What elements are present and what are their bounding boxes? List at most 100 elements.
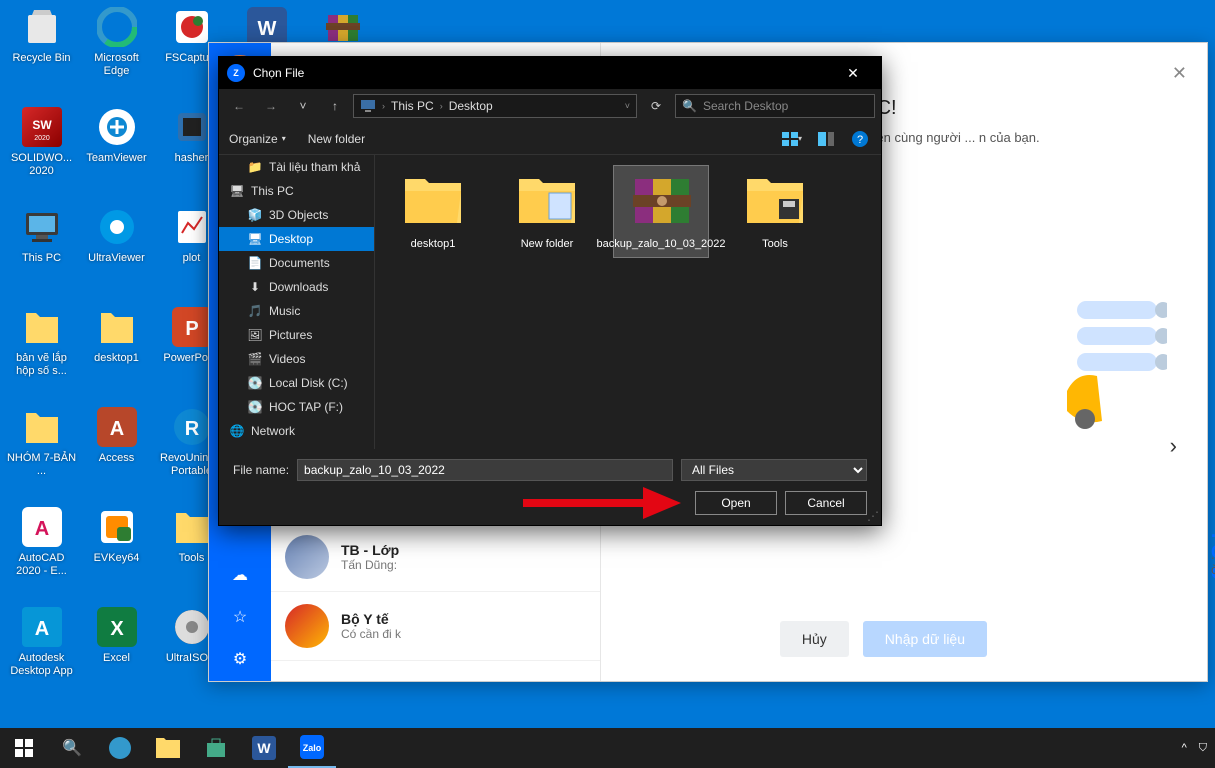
star-icon[interactable]: ☆	[233, 607, 247, 627]
search-icon: 🔍	[682, 99, 697, 113]
svg-text:A: A	[109, 418, 123, 440]
file-item[interactable]: Tools	[727, 165, 823, 258]
back-button[interactable]: ←	[225, 92, 253, 120]
file-icon	[626, 172, 696, 230]
new-folder-button[interactable]: New folder	[308, 132, 365, 146]
file-item[interactable]: desktop1	[385, 165, 481, 258]
tree-item[interactable]: 🖥This PC	[219, 179, 374, 203]
tree-item[interactable]: 🖥Desktop	[219, 227, 374, 251]
desktop-icon[interactable]: bản vẽ lắp hộp số s...	[4, 304, 79, 402]
start-button[interactable]	[0, 728, 48, 768]
desktop-icon[interactable]: UltraViewer	[79, 204, 154, 302]
music-icon: 🎵	[247, 303, 263, 319]
address-bar[interactable]: › This PC › Desktop ˅	[353, 94, 637, 118]
folder-tree: 📁Tài liệu tham khả🖥This PC🧊3D Objects🖥De…	[219, 155, 375, 449]
view-mode-button[interactable]: ▾	[781, 128, 803, 150]
desktop-icon[interactable]: XExcel	[79, 604, 154, 702]
help-button[interactable]: ?	[849, 128, 871, 150]
desktop-icon[interactable]: AAccess	[79, 404, 154, 502]
tree-item[interactable]: ⬇Downloads	[219, 275, 374, 299]
taskbar-zalo[interactable]: Zalo	[288, 728, 336, 768]
organize-menu[interactable]: Organize▾	[229, 132, 286, 146]
tree-item[interactable]: 🧊3D Objects	[219, 203, 374, 227]
network-icon[interactable]: ⛉	[1199, 742, 1207, 755]
filename-label: File name:	[233, 463, 289, 477]
desktop-icon: 🖥	[247, 231, 263, 247]
search-button[interactable]: 🔍	[48, 728, 96, 768]
desktop-icon[interactable]: TeamViewer	[79, 104, 154, 202]
taskbar-explorer[interactable]	[144, 728, 192, 768]
close-icon[interactable]: ✕	[1172, 63, 1187, 84]
recent-button[interactable]: ˅	[289, 92, 317, 120]
svg-text:W: W	[257, 740, 271, 756]
desktop-icon[interactable]: SW2020SOLIDWO... 2020	[4, 104, 79, 202]
tree-item[interactable]: 💽HOC TAP (F:)	[219, 395, 374, 419]
conversation-item[interactable]: Bộ Y tếCó cần đi k	[271, 592, 600, 661]
desktop-icon[interactable]: Recycle Bin	[4, 4, 79, 102]
down-icon: ⬇	[247, 279, 263, 295]
close-button[interactable]: ✕	[833, 57, 873, 89]
desktop-icon[interactable]: desktop1	[79, 304, 154, 402]
desktop-icon[interactable]: EVKey64	[79, 504, 154, 602]
file-item[interactable]: backup_zalo_10_03_2022	[613, 165, 709, 258]
cancel-button[interactable]: Cancel	[785, 491, 867, 515]
contact-name: Bộ Y tế	[341, 611, 586, 627]
contact-preview: Tấn Dũng:	[341, 558, 586, 572]
file-list: desktop1 New folderbackup_zalo_10_03_2022…	[375, 155, 881, 449]
welcome-heading: ... PC!	[841, 97, 1181, 120]
file-item[interactable]: New folder	[499, 165, 595, 258]
next-arrow[interactable]: ›	[1170, 433, 1177, 459]
import-button[interactable]: Nhập dữ liệu	[863, 621, 987, 657]
tree-item[interactable]: 🎵Music	[219, 299, 374, 323]
svg-text:R: R	[184, 418, 199, 440]
dialog-title: Chọn File	[253, 66, 304, 80]
svg-text:A: A	[34, 518, 48, 540]
svg-text:W: W	[257, 18, 276, 40]
desktop-icon[interactable]: NHÓM 7-BẢN ...	[4, 404, 79, 502]
disk-icon: 💽	[247, 375, 263, 391]
preview-pane-button[interactable]	[815, 128, 837, 150]
desktop-icon[interactable]: AAutoCAD 2020 - E...	[4, 504, 79, 602]
gear-icon[interactable]: ⚙	[233, 649, 247, 669]
contact-preview: Có cần đi k	[341, 627, 586, 641]
tree-item[interactable]: 📄Documents	[219, 251, 374, 275]
avatar	[285, 604, 329, 648]
forward-button[interactable]: →	[257, 92, 285, 120]
taskbar-word[interactable]: W	[240, 728, 288, 768]
cloud-icon[interactable]: ☁	[232, 565, 248, 585]
desktop-icon[interactable]: AAutodesk Desktop App	[4, 604, 79, 702]
file-label: desktop1	[411, 238, 456, 251]
refresh-button[interactable]: ⟳	[641, 94, 671, 118]
pc-icon: 🖥	[229, 183, 245, 199]
breadcrumb[interactable]: Desktop	[449, 99, 493, 113]
tree-item[interactable]: 💽Local Disk (C:)	[219, 371, 374, 395]
system-tray[interactable]: ^ ⛉	[1182, 742, 1215, 755]
desktop-icon[interactable]: Microsoft Edge	[79, 4, 154, 102]
pic-icon: 🖼	[247, 327, 263, 343]
search-input[interactable]: 🔍 Search Desktop	[675, 94, 875, 118]
tree-item[interactable]: 🎬Videos	[219, 347, 374, 371]
filename-input[interactable]	[297, 459, 673, 481]
file-open-dialog: Z Chọn File ✕ ← → ˅ ↑ › This PC › Deskto…	[218, 56, 882, 526]
tree-item[interactable]: 🖼Pictures	[219, 323, 374, 347]
file-icon	[512, 172, 582, 230]
taskbar-store[interactable]	[192, 728, 240, 768]
file-icon	[398, 172, 468, 230]
tree-item[interactable]: 🌐Network	[219, 419, 374, 443]
taskbar: 🔍 W Zalo ^ ⛉	[0, 728, 1215, 768]
file-label: backup_zalo_10_03_2022	[596, 238, 725, 251]
open-button[interactable]: Open	[695, 491, 777, 515]
cancel-button[interactable]: Hủy	[780, 621, 849, 657]
chevron-down-icon[interactable]: ˅	[625, 101, 630, 111]
taskbar-edge[interactable]	[96, 728, 144, 768]
welcome-text: ... huyện cùng người ... n của bạn.	[841, 130, 1181, 145]
tray-expand-icon[interactable]: ^	[1182, 742, 1187, 754]
dialog-bottom: File name: All Files Open Cancel	[219, 449, 881, 525]
resize-grip[interactable]: ⋰	[867, 509, 879, 523]
desktop-icon[interactable]: This PC	[4, 204, 79, 302]
filetype-filter[interactable]: All Files	[681, 459, 867, 481]
up-button[interactable]: ↑	[321, 92, 349, 120]
breadcrumb[interactable]: This PC	[391, 99, 434, 113]
conversation-item[interactable]: TB - LớpTấn Dũng:	[271, 523, 600, 592]
tree-item[interactable]: 📁Tài liệu tham khả	[219, 155, 374, 179]
